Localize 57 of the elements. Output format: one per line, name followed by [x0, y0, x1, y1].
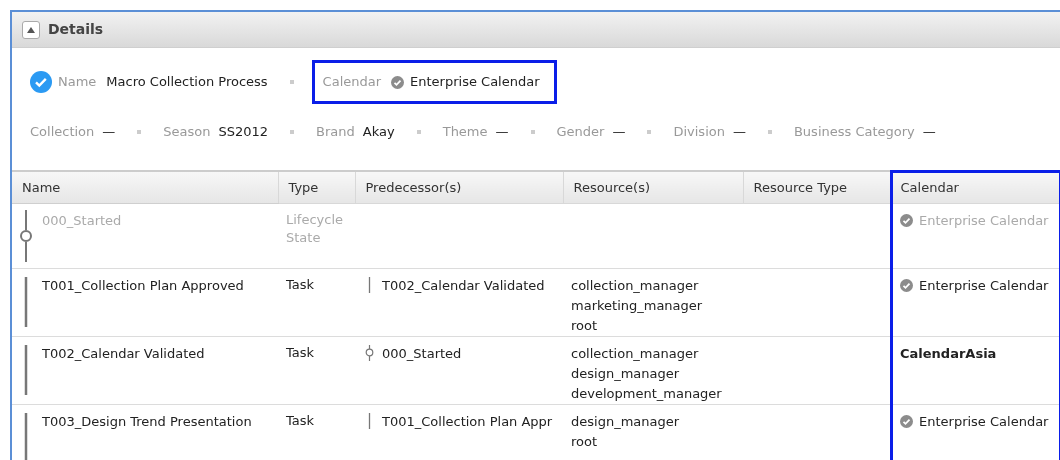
table-cell: Task	[286, 412, 315, 428]
table-cell-text: development_manager	[571, 384, 723, 403]
table-cell: Task	[286, 344, 315, 360]
check-badge-icon	[30, 71, 52, 93]
field-value: —	[102, 123, 116, 142]
check-circle-icon	[900, 278, 913, 292]
field-value: SS2012	[218, 123, 269, 142]
panel-title: Details	[48, 20, 104, 39]
column-header[interactable]: Type	[278, 172, 355, 203]
table-cell-text: root	[571, 316, 599, 335]
field-value: Macro Collection Process	[106, 73, 268, 92]
field-label: Brand	[316, 123, 355, 142]
table-cell-text: T002_Calendar Validated	[382, 276, 545, 295]
collapse-button[interactable]	[22, 20, 40, 39]
field-label: Division	[673, 123, 725, 142]
task-name: 000_Started	[42, 212, 122, 228]
field-label: Calendar	[322, 73, 382, 92]
table-cell-text: CalendarAsia	[900, 344, 997, 363]
column-header[interactable]: Resource Type	[743, 172, 890, 203]
state-node-icon	[365, 345, 374, 362]
table-cell-text: collection_manager	[571, 276, 700, 295]
field-value: Enterprise Calendar	[410, 73, 541, 92]
task-name: T003_Design Trend Presentation	[42, 413, 252, 429]
state-node-icon	[20, 209, 32, 262]
table-cell-text: root	[571, 432, 599, 451]
field-value: Akay	[362, 123, 395, 142]
table-cell-text: design_manager	[571, 412, 681, 431]
table-cell-text: T001_Collection Plan Appr	[382, 412, 553, 431]
field-label: Season	[163, 123, 211, 142]
table-cell-text: Enterprise Calendar	[919, 211, 1049, 230]
field-label: Gender	[556, 123, 605, 142]
field-value: —	[612, 123, 626, 142]
table-cell-text: marketing_manager	[571, 296, 704, 315]
table-cell: Task	[286, 276, 315, 292]
column-header[interactable]: Name	[12, 172, 278, 203]
table-cell-text: Enterprise Calendar	[919, 276, 1049, 295]
field-value: —	[922, 123, 936, 142]
table-cell-text: collection_manager	[571, 344, 700, 363]
field-label: Name	[58, 73, 97, 92]
field-label: Collection	[30, 123, 95, 142]
field-value: —	[495, 123, 509, 142]
caret-up-icon	[27, 26, 35, 33]
check-circle-icon	[391, 75, 405, 89]
check-circle-icon	[900, 213, 913, 227]
column-header[interactable]: Predecessor(s)	[355, 172, 563, 203]
column-header[interactable]: Resource(s)	[563, 172, 743, 203]
field-value: —	[732, 123, 746, 142]
table-cell: Lifecycle State	[286, 211, 344, 245]
check-circle-icon	[900, 414, 913, 428]
task-name: T001_Collection Plan Approved	[42, 277, 244, 293]
table-cell-text: design_manager	[571, 364, 681, 383]
field-label: Business Category	[793, 123, 915, 142]
column-header[interactable]: Calendar	[890, 172, 1060, 203]
table-cell-text: 000_Started	[382, 344, 462, 363]
table-cell-text: Enterprise Calendar	[919, 412, 1049, 431]
task-name: T002_Calendar Validated	[42, 345, 205, 361]
field-label: Theme	[442, 123, 488, 142]
